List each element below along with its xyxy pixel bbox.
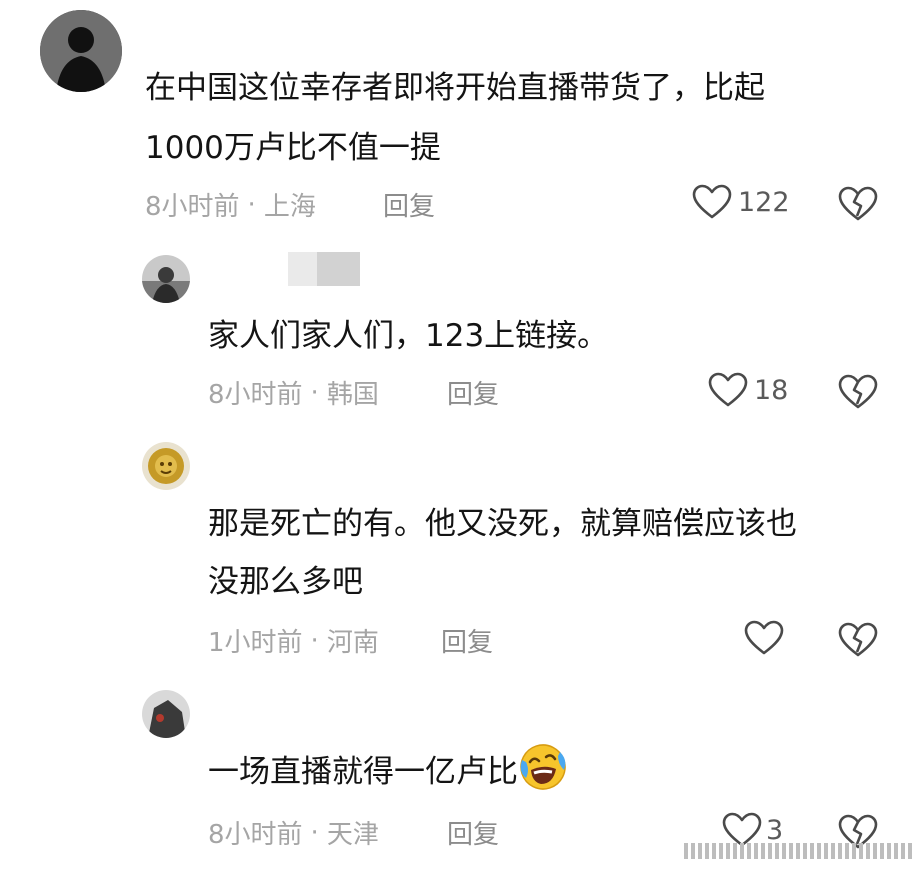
dislike-button[interactable] (838, 186, 878, 226)
broken-heart-icon (838, 622, 878, 657)
comment-text-line: 在中国这位幸存者即将开始直播带货了，比起 (145, 70, 765, 106)
avatar-image (142, 255, 190, 303)
comment-meta: 8小时前 · 天津 (208, 814, 379, 851)
avatar[interactable] (142, 442, 190, 490)
reply-button[interactable]: 回复 (383, 186, 435, 223)
reply-button[interactable]: 回复 (447, 374, 499, 411)
meta-separator: · (247, 189, 256, 220)
like-count: 18 (754, 374, 789, 406)
like-count: 122 (738, 186, 790, 218)
avatar[interactable] (142, 690, 190, 738)
like-button[interactable] (744, 620, 784, 656)
heart-outline-icon (744, 620, 784, 655)
comment-meta: 8小时前 · 上海 (145, 186, 316, 223)
watermark (684, 843, 912, 859)
dislike-button[interactable] (838, 374, 878, 414)
comment-meta: 8小时前 · 韩国 (208, 374, 379, 411)
timestamp: 8小时前 (208, 380, 303, 410)
avatar-image (142, 690, 190, 738)
like-count: 3 (766, 814, 784, 846)
avatar-image (142, 442, 190, 490)
avatar[interactable] (142, 255, 190, 303)
location: 河南 (326, 628, 379, 658)
comment-meta: 1小时前 · 河南 (208, 622, 379, 659)
reply-button[interactable]: 回复 (441, 622, 493, 659)
timestamp: 8小时前 (145, 192, 240, 222)
meta-separator: · (310, 625, 319, 656)
like-button[interactable]: 18 (708, 372, 788, 408)
laughing-crying-emoji (520, 744, 566, 790)
heart-outline-icon (692, 184, 732, 219)
comment-text-line: 1000万卢比不值一提 (145, 130, 441, 166)
meta-separator: · (310, 817, 319, 848)
meta-separator: · (310, 377, 319, 408)
comment-text-line: 一场直播就得一亿卢比 (208, 742, 568, 802)
avatar[interactable] (40, 10, 122, 92)
location: 天津 (326, 820, 379, 850)
broken-heart-icon (838, 374, 878, 409)
broken-heart-icon (838, 186, 878, 221)
comment-text: 一场直播就得一亿卢比 (208, 754, 518, 790)
location: 上海 (263, 192, 316, 222)
heart-outline-icon (708, 372, 748, 407)
avatar-image (40, 10, 122, 92)
comment-text-line: 那是死亡的有。他又没死，就算赔偿应该也 (208, 506, 797, 542)
username[interactable] (288, 252, 360, 286)
comment-text-line: 家人们家人们，123上链接。 (208, 318, 609, 354)
dislike-button[interactable] (838, 622, 878, 662)
timestamp: 1小时前 (208, 628, 303, 658)
location: 韩国 (326, 380, 379, 410)
like-button[interactable]: 122 (692, 184, 790, 220)
timestamp: 8小时前 (208, 820, 303, 850)
reply-button[interactable]: 回复 (447, 814, 499, 851)
comment-text-line: 没那么多吧 (208, 564, 363, 600)
